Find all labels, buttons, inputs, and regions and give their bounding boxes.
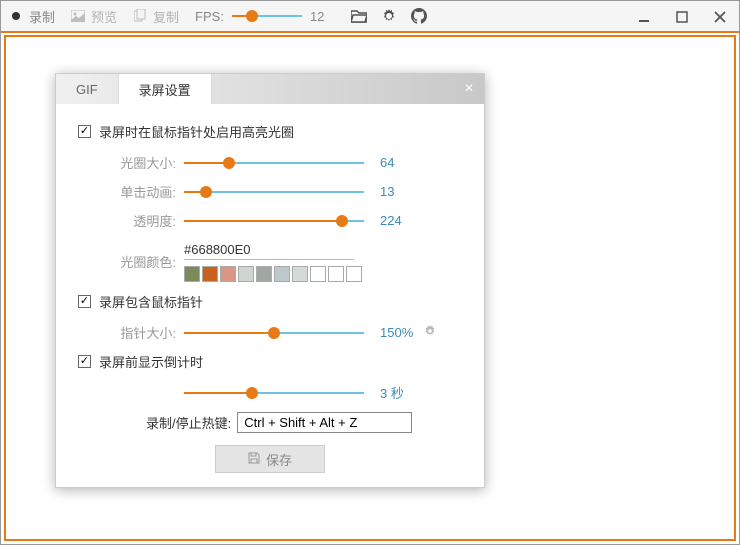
color-swatch[interactable] [202,266,218,282]
color-swatch[interactable] [274,266,290,282]
color-label: 光圈颜色: [106,252,176,271]
color-swatch[interactable] [328,266,344,282]
ring-size-label: 光圈大小: [106,153,176,172]
countdown-label: 录屏前显示倒计时 [99,352,203,371]
save-icon [248,452,260,467]
record-icon [9,9,23,23]
cursor-size-slider[interactable] [184,326,364,340]
save-label: 保存 [266,450,292,469]
hotkey-input[interactable] [237,412,412,433]
fps-value: 12 [310,9,324,24]
color-swatch[interactable] [292,266,308,282]
tab-settings[interactable]: 录屏设置 [119,74,212,104]
color-swatch[interactable] [310,266,326,282]
close-button[interactable] [701,1,739,33]
countdown-checkbox[interactable] [78,355,91,368]
click-anim-slider[interactable] [184,185,364,199]
preview-button[interactable]: 预览 [71,7,117,26]
github-icon[interactable] [410,7,428,25]
countdown-value: 3 秒 [380,383,404,402]
copy-icon [133,9,147,23]
maximize-button[interactable] [663,1,701,33]
cursor-checkbox[interactable] [78,295,91,308]
opacity-label: 透明度: [106,211,176,230]
cursor-size-value: 150% [380,325,413,340]
cursor-size-label: 指针大小: [106,323,176,342]
color-swatch[interactable] [238,266,254,282]
click-anim-label: 单击动画: [106,182,176,201]
cursor-settings-icon[interactable] [423,324,437,341]
image-icon [71,9,85,23]
fps-control: FPS: 12 [195,9,324,24]
color-swatch[interactable] [184,266,200,282]
hotkey-label: 录制/停止热键: [146,413,231,432]
opacity-value: 224 [380,213,402,228]
color-swatches [184,266,364,282]
highlight-label: 录屏时在鼠标指针处启用高亮光圈 [99,122,294,141]
preview-label: 预览 [91,7,117,26]
highlight-checkbox[interactable] [78,125,91,138]
color-input[interactable] [184,240,354,260]
color-swatch[interactable] [256,266,272,282]
record-button[interactable]: 录制 [9,7,55,26]
dialog-close-button[interactable]: × [454,74,484,104]
cursor-label: 录屏包含鼠标指针 [99,292,203,311]
copy-button[interactable]: 复制 [133,7,179,26]
titlebar: 录制 预览 复制 FPS: 12 [1,1,739,33]
ring-size-value: 64 [380,155,394,170]
tab-gif[interactable]: GIF [56,74,119,104]
ring-size-slider[interactable] [184,156,364,170]
color-swatch[interactable] [220,266,236,282]
dialog-header: GIF 录屏设置 × [56,74,484,104]
open-folder-icon[interactable] [350,7,368,25]
click-anim-value: 13 [380,184,394,199]
settings-icon[interactable] [380,7,398,25]
color-swatch[interactable] [346,266,362,282]
fps-label: FPS: [195,9,224,24]
record-label: 录制 [29,7,55,26]
minimize-button[interactable] [625,1,663,33]
settings-dialog: GIF 录屏设置 × 录屏时在鼠标指针处启用高亮光圈 光圈大小: 64 单击动画… [55,73,485,488]
copy-label: 复制 [153,7,179,26]
opacity-slider[interactable] [184,214,364,228]
fps-slider[interactable] [232,9,302,23]
countdown-slider[interactable] [184,386,364,400]
save-button[interactable]: 保存 [215,445,325,473]
